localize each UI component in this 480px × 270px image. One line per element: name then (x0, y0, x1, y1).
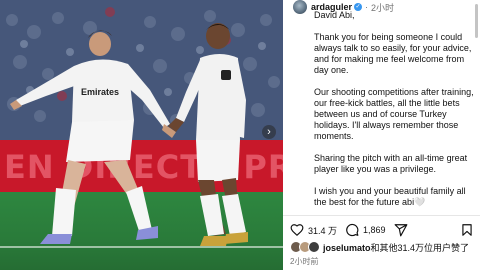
caption-paragraph-3: Sharing the pitch with an all-time great… (314, 153, 468, 174)
post-timestamp[interactable]: 2小时前 (290, 256, 318, 267)
comment-count: 1,869 (363, 225, 386, 235)
comment-button[interactable]: 1,869 (345, 223, 386, 237)
next-image-button[interactable]: › (262, 125, 276, 139)
liker-avatar[interactable] (308, 241, 320, 253)
right-player (168, 23, 248, 246)
post-caption: David Abi, Thank you for being someone I… (314, 10, 474, 219)
share-button[interactable] (394, 223, 408, 237)
players-illustration: Emirates (10, 23, 248, 246)
caption-paragraph-4: I wish you and your beautiful family all… (314, 186, 466, 207)
post-panel: ardaguler ✓ · 2小时 David Abi, Thank you f… (283, 0, 480, 270)
bookmark-icon (462, 224, 472, 236)
left-player: Emirates (10, 30, 176, 244)
liker-username-link[interactable]: joselumato (323, 243, 371, 253)
scrollbar[interactable] (475, 4, 478, 38)
caption-greeting: David Abi, (314, 10, 355, 20)
save-button[interactable] (460, 223, 474, 237)
heart-icon (290, 224, 304, 237)
divider (283, 215, 480, 216)
likes-summary: joselumato和其他31.4万位用户赞了 (290, 241, 469, 253)
post-photo[interactable]: EN DIRECTO PRI Emirates › (0, 0, 283, 270)
share-icon (394, 224, 407, 237)
action-bar: 31.4 万 1,869 (290, 222, 474, 238)
likes-text: joselumato和其他31.4万位用户赞了 (323, 241, 469, 254)
caption-paragraph-2: Our shooting competitions after training… (314, 87, 474, 141)
likes-suffix[interactable]: 和其他31.4万位用户赞了 (371, 243, 470, 253)
chevron-right-icon: › (267, 126, 271, 138)
like-button[interactable]: 31.4 万 (290, 223, 337, 237)
avatar[interactable] (293, 0, 307, 14)
comment-icon (346, 223, 359, 237)
svg-text:Emirates: Emirates (81, 87, 119, 97)
like-count: 31.4 万 (308, 225, 338, 236)
caption-paragraph-1: Thank you for being someone I could alwa… (314, 32, 472, 75)
